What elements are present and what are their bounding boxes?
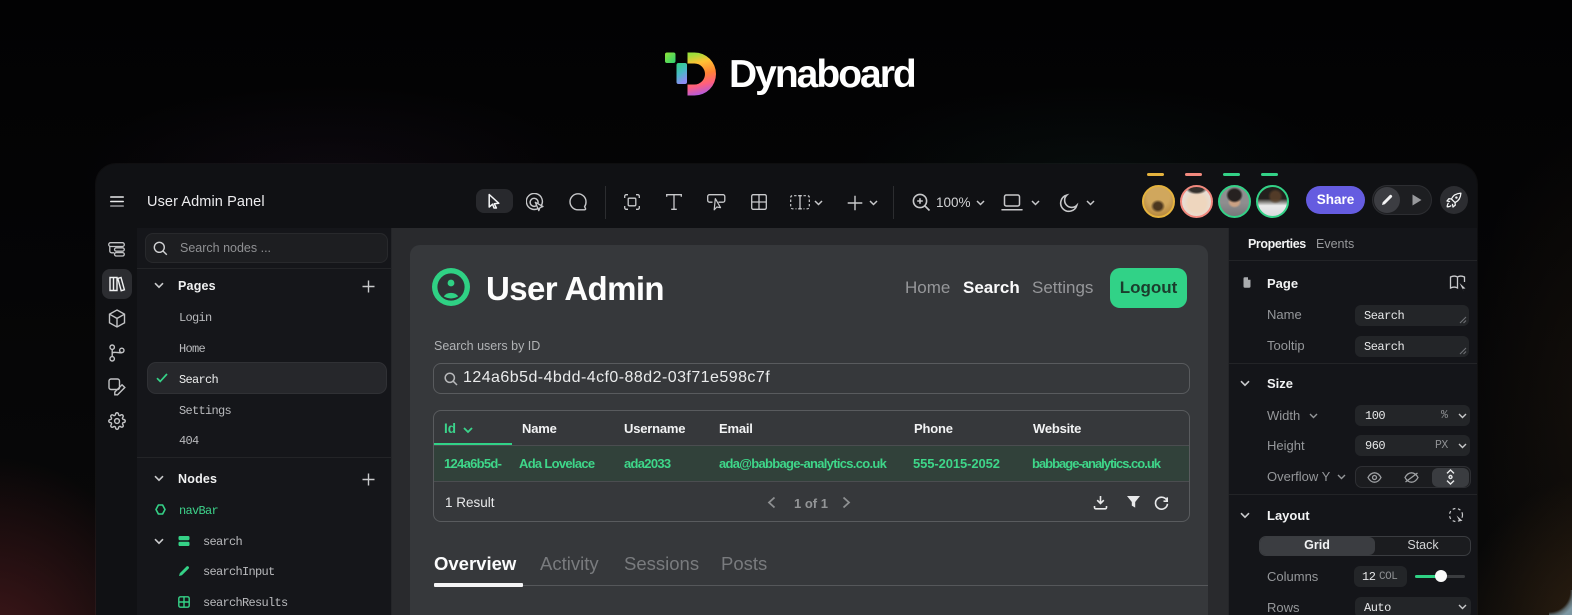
svg-text:Dynaboard: Dynaboard bbox=[729, 53, 915, 96]
